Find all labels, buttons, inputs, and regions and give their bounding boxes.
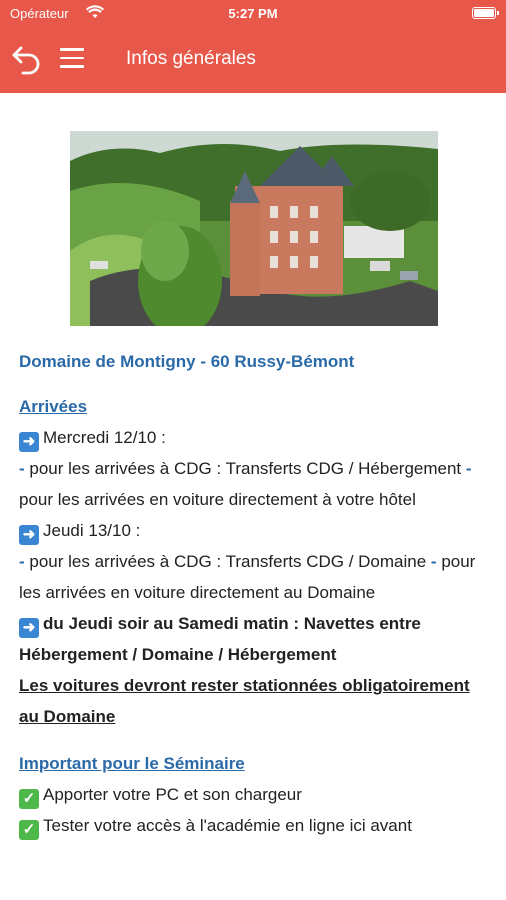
clock: 5:27 PM	[228, 6, 278, 21]
shuttle-info: du Jeudi soir au Samedi matin : Navettes…	[19, 614, 421, 664]
info-text: Domaine de Montigny - 60 Russy-Bémont Ar…	[19, 346, 494, 841]
arrival-day-1: Mercredi 12/10 :	[43, 428, 166, 447]
page-title: Infos générales	[126, 48, 256, 69]
day1-cdg-transfer: pour les arrivées à CDG : Transferts CDG…	[24, 459, 466, 478]
parking-notice: Les voitures devront rester stationnées …	[19, 676, 470, 726]
venue-heading: Domaine de Montigny - 60 Russy-Bémont	[19, 352, 355, 371]
seminar-item-1: Apporter votre PC et son chargeur	[43, 785, 302, 804]
seminar-item-2: Tester votre accès à l'académie en ligne…	[43, 816, 412, 835]
day2-cdg-transfer: pour les arrivées à CDG : Transferts CDG…	[24, 552, 431, 571]
right-arrow-emoji-icon: ➜	[19, 618, 39, 638]
battery-icon	[472, 7, 499, 19]
hamburger-menu-icon[interactable]	[60, 48, 84, 68]
status-bar: Opérateur 5:27 PM	[0, 0, 506, 26]
arrival-day-2: Jeudi 13/10 :	[43, 521, 141, 540]
arrivals-link[interactable]: Arrivées	[19, 397, 87, 416]
check-mark-emoji-icon: ✓	[19, 789, 39, 809]
check-mark-emoji-icon: ✓	[19, 820, 39, 840]
arrival-day-2-details: - pour les arrivées à CDG : Transferts C…	[19, 546, 494, 608]
right-arrow-emoji-icon: ➜	[19, 432, 39, 452]
dash-marker: -	[465, 459, 472, 478]
arrival-day-1-details: - pour les arrivées à CDG : Transferts C…	[19, 453, 494, 515]
nav-bar: Infos générales	[0, 26, 506, 93]
seminar-link[interactable]: Important pour le Séminaire	[19, 754, 245, 773]
day1-car-arrival: pour les arrivées en voiture directement…	[19, 490, 416, 509]
right-arrow-emoji-icon: ➜	[19, 525, 39, 545]
back-icon[interactable]	[10, 42, 44, 76]
venue-photo	[70, 131, 438, 326]
